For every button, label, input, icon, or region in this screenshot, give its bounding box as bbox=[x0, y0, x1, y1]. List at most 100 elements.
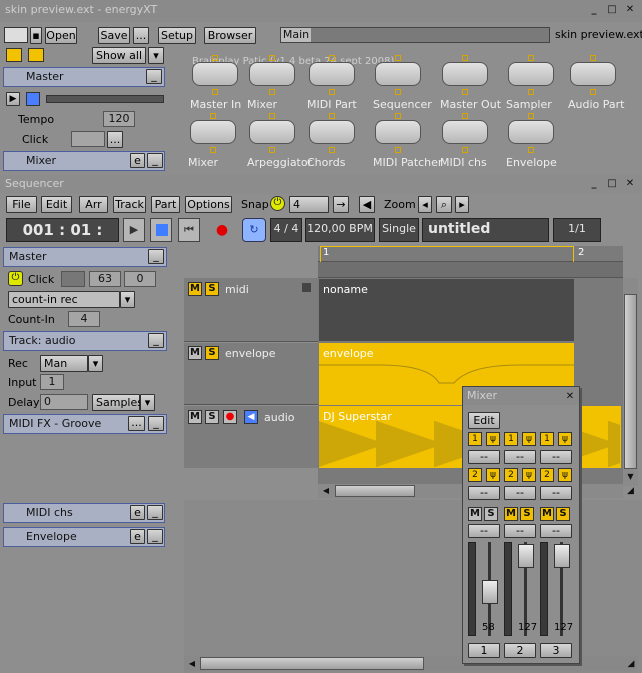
module-output-port[interactable] bbox=[395, 89, 401, 95]
module-input-port[interactable] bbox=[462, 113, 468, 119]
channel-input-field[interactable]: -- bbox=[504, 450, 536, 464]
seq-menu-part[interactable]: Part bbox=[151, 196, 180, 213]
channel-output-toggle[interactable]: 2 bbox=[540, 468, 554, 482]
click-more-button[interactable]: ... bbox=[107, 131, 123, 148]
save-button[interactable]: Save bbox=[98, 27, 130, 44]
zoom-magnifier-icon[interactable]: ⌕ bbox=[436, 196, 452, 213]
ws-scroll-left-icon[interactable]: ◀ bbox=[186, 658, 198, 670]
seq-master-minimize[interactable]: _ bbox=[148, 249, 164, 264]
stop-icon[interactable] bbox=[26, 92, 40, 106]
channel-fader-handle[interactable] bbox=[518, 544, 534, 568]
channel-solo-button[interactable]: S bbox=[556, 507, 570, 521]
module-output-port[interactable] bbox=[329, 147, 335, 153]
zoom-right-icon[interactable]: ▸ bbox=[455, 196, 469, 213]
seq-minimize-icon[interactable]: _ bbox=[588, 178, 600, 190]
module-master-out-4[interactable] bbox=[442, 62, 488, 86]
envelope-solo-button[interactable]: S bbox=[205, 346, 219, 360]
click-value-field[interactable]: 63 bbox=[89, 271, 121, 287]
track-solo-button[interactable]: S bbox=[205, 282, 219, 296]
channel-mute-button[interactable]: M bbox=[468, 507, 482, 521]
module-input-port[interactable] bbox=[395, 55, 401, 61]
zoom-prev-icon[interactable]: ◀ bbox=[359, 196, 375, 213]
seq-menu-options[interactable]: Options bbox=[185, 196, 232, 213]
channel-fx-field[interactable]: -- bbox=[468, 524, 500, 538]
snap-power-icon[interactable]: ⏻ bbox=[270, 196, 285, 211]
seq-menu-file[interactable]: File bbox=[6, 196, 37, 213]
audio-mute-button[interactable]: M bbox=[188, 410, 202, 424]
envelope-edit-button[interactable]: e bbox=[130, 529, 145, 544]
countin-mode-select[interactable]: count-in rec bbox=[8, 291, 120, 308]
countin-mode-arrow[interactable]: ▾ bbox=[120, 291, 135, 308]
module-input-port[interactable] bbox=[269, 113, 275, 119]
module-input-port[interactable] bbox=[210, 113, 216, 119]
module-output-port[interactable] bbox=[210, 147, 216, 153]
channel-mute-button[interactable]: M bbox=[540, 507, 554, 521]
module-output-port[interactable] bbox=[269, 147, 275, 153]
module-chords-9[interactable] bbox=[309, 120, 355, 144]
channel-mute-button[interactable]: M bbox=[504, 507, 518, 521]
module-arpeggiator-8[interactable] bbox=[249, 120, 295, 144]
mixer-edit-button[interactable]: e bbox=[130, 153, 145, 168]
audio-record-arm-icon[interactable]: ● bbox=[223, 410, 237, 424]
layout-toggle-icon[interactable] bbox=[6, 48, 22, 62]
track-color-chip[interactable] bbox=[302, 283, 311, 292]
module-input-port[interactable] bbox=[590, 55, 596, 61]
channel-fx-field[interactable]: -- bbox=[504, 524, 536, 538]
snap-select[interactable]: 4 bbox=[289, 196, 329, 213]
channel-solo-button[interactable]: S bbox=[520, 507, 534, 521]
ws-resize-grip-icon[interactable]: ◢ bbox=[624, 657, 638, 671]
module-input-port[interactable] bbox=[269, 55, 275, 61]
click-color-field[interactable] bbox=[61, 271, 85, 287]
envelope-minimize[interactable]: _ bbox=[147, 529, 163, 544]
channel-number-button[interactable]: 1 bbox=[468, 643, 500, 658]
seq-maximize-icon[interactable]: □ bbox=[606, 178, 618, 190]
module-input-port[interactable] bbox=[528, 113, 534, 119]
show-all-arrow[interactable]: ▾ bbox=[148, 47, 164, 64]
channel-input-toggle[interactable]: 1 bbox=[540, 432, 554, 446]
resize-grip-icon[interactable]: ◢ bbox=[623, 484, 638, 498]
scroll-left-icon[interactable]: ◀ bbox=[320, 484, 332, 498]
audio-monitor-icon[interactable]: ◀ bbox=[244, 410, 258, 424]
channel-number-button[interactable]: 2 bbox=[504, 643, 536, 658]
module-input-port[interactable] bbox=[329, 113, 335, 119]
close-icon[interactable]: ✕ bbox=[624, 4, 636, 16]
click-field[interactable] bbox=[71, 131, 105, 147]
rec-select[interactable]: Man bbox=[40, 355, 88, 372]
input-field[interactable]: 1 bbox=[40, 374, 64, 390]
channel-output-field[interactable]: -- bbox=[468, 486, 500, 500]
play-button[interactable]: ▶ bbox=[123, 218, 145, 242]
maximize-icon[interactable]: □ bbox=[606, 4, 618, 16]
midifx-minimize[interactable]: _ bbox=[148, 416, 164, 431]
channel-input-toggle[interactable]: 1 bbox=[468, 432, 482, 446]
module-output-port[interactable] bbox=[528, 89, 534, 95]
menu-dots-button[interactable]: ▪ bbox=[30, 27, 42, 44]
click-power-icon[interactable]: ⏻ bbox=[8, 271, 23, 286]
mode-display[interactable]: Single bbox=[379, 218, 419, 242]
channel-fader-handle[interactable] bbox=[482, 580, 498, 604]
countin-field[interactable]: 4 bbox=[68, 311, 100, 327]
midichs-edit-button[interactable]: e bbox=[130, 505, 145, 520]
channel-fx-field[interactable]: -- bbox=[540, 524, 572, 538]
seq-menu-edit[interactable]: Edit bbox=[41, 196, 72, 213]
channel-phase-icon[interactable]: ψ bbox=[486, 432, 500, 446]
delay-field[interactable]: 0 bbox=[40, 394, 88, 410]
page-display[interactable]: 1/1 bbox=[553, 218, 601, 242]
module-input-port[interactable] bbox=[395, 113, 401, 119]
module-output-port[interactable] bbox=[462, 147, 468, 153]
audio-solo-button[interactable]: S bbox=[205, 410, 219, 424]
module-sequencer-3[interactable] bbox=[375, 62, 421, 86]
module-master-in-0[interactable] bbox=[192, 62, 238, 86]
show-all-select[interactable]: Show all bbox=[92, 47, 146, 64]
minimize-icon[interactable]: _ bbox=[588, 4, 600, 16]
tempo-field[interactable]: 120 bbox=[103, 111, 135, 127]
track-mute-button[interactable]: M bbox=[188, 282, 202, 296]
seq-menu-arr[interactable]: Arr bbox=[79, 196, 108, 213]
channel-output-phase-icon[interactable]: ψ bbox=[522, 468, 536, 482]
channel-output-phase-icon[interactable]: ψ bbox=[558, 468, 572, 482]
module-input-port[interactable] bbox=[528, 55, 534, 61]
tab-main[interactable]: Main bbox=[281, 28, 311, 42]
module-output-port[interactable] bbox=[462, 89, 468, 95]
module-mixer-7[interactable] bbox=[190, 120, 236, 144]
setup-button[interactable]: Setup bbox=[158, 27, 196, 44]
samples-arrow[interactable]: ▾ bbox=[140, 394, 155, 411]
